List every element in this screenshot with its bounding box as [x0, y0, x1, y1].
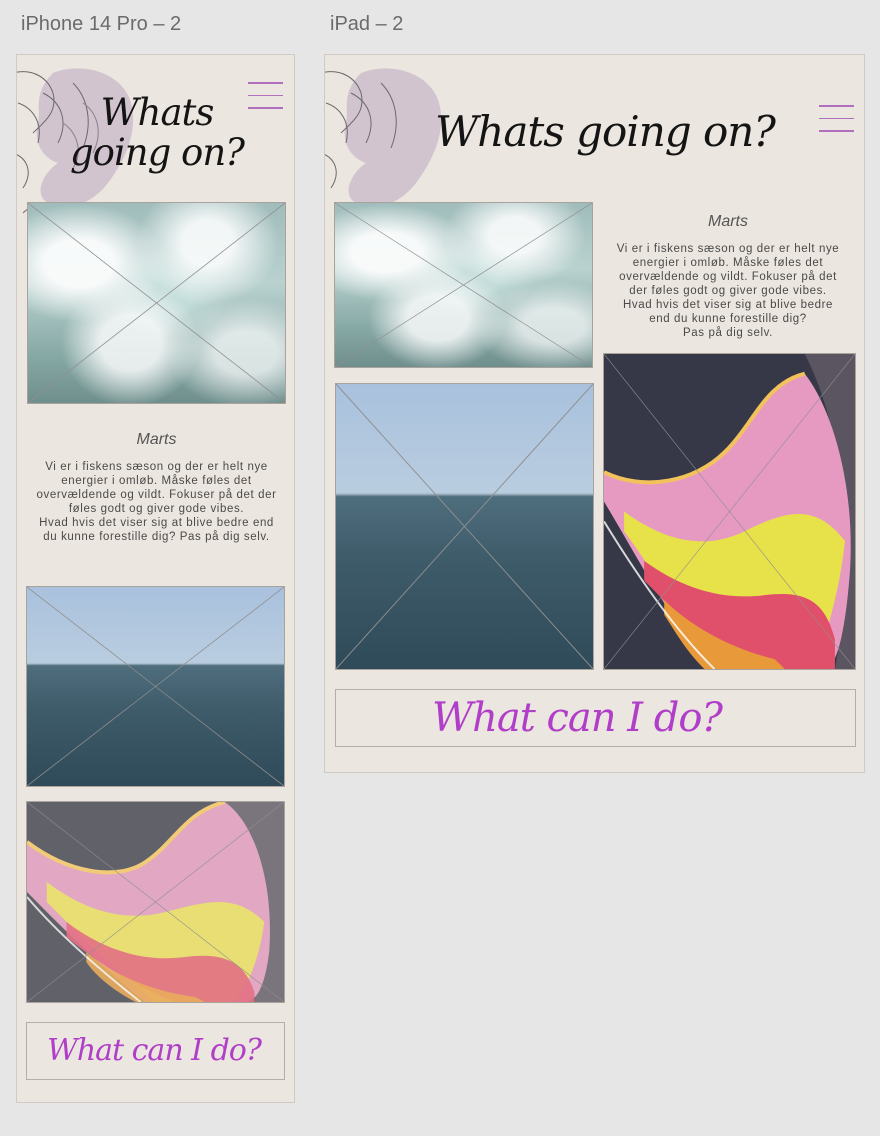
image-painting — [603, 353, 856, 670]
intro-line: energier i omløb. Måske føles det — [632, 257, 824, 269]
cta-label: What can I do? — [47, 1033, 262, 1068]
ipad-artboard[interactable]: Whats going on? Marts Vi er i fiskens sæ… — [324, 54, 865, 773]
iphone-artboard[interactable]: Whats going on? Marts Vi er i fiskens sæ… — [16, 54, 295, 1103]
image-boat-wake — [27, 202, 286, 404]
intro-line: Hvad hvis det viser sig at blive bedre — [622, 299, 834, 311]
intro-line: end du kunne forestille dig? — [649, 313, 807, 325]
intro-line: energier i omløb. Måske føles det — [61, 475, 252, 487]
intro-line: der føles godt og giver gode vibes. — [629, 285, 827, 297]
what-can-i-do-button[interactable]: What can I do? — [26, 1022, 285, 1080]
intro-line: Vi er i fiskens sæson og der er helt nye — [616, 243, 840, 255]
frame-label-iphone[interactable]: iPhone 14 Pro – 2 — [21, 13, 181, 36]
intro-line: Vi er i fiskens sæson og der er helt nye — [45, 461, 268, 473]
image-sea-horizon — [335, 383, 594, 670]
page-title: Whats going on? — [37, 93, 277, 173]
frame-label-ipad[interactable]: iPad – 2 — [330, 13, 403, 36]
intro-line: Hvad hvis det viser sig at blive bedre e… — [39, 517, 274, 529]
intro-text: Vi er i fiskens sæson og der er helt nye… — [608, 242, 848, 340]
page-title-line2: going on? — [69, 131, 245, 174]
intro-line: føles godt og giver gode vibes. — [68, 503, 245, 515]
month-heading: Marts — [136, 431, 177, 448]
month-heading: Marts — [708, 213, 748, 230]
what-can-i-do-button[interactable]: What can I do? — [335, 689, 856, 747]
intro-line: overvældende og vildt. Fokuser på det de… — [36, 489, 277, 501]
intro-line: du kunne forestille dig? Pas på dig selv… — [43, 531, 270, 543]
image-boat-wake — [334, 202, 593, 368]
intro-line: Pas på dig selv. — [683, 327, 773, 339]
image-sea-horizon — [26, 586, 285, 787]
intro-text: Vi er i fiskens sæson og der er helt nye… — [21, 460, 292, 544]
page-title: Whats going on? — [435, 107, 776, 156]
cta-label: What can I do? — [432, 695, 723, 741]
intro-line: overvældende og vildt. Fokuser på det — [619, 271, 837, 283]
page-title-line1: Whats — [100, 91, 215, 134]
image-painting — [26, 801, 285, 1003]
